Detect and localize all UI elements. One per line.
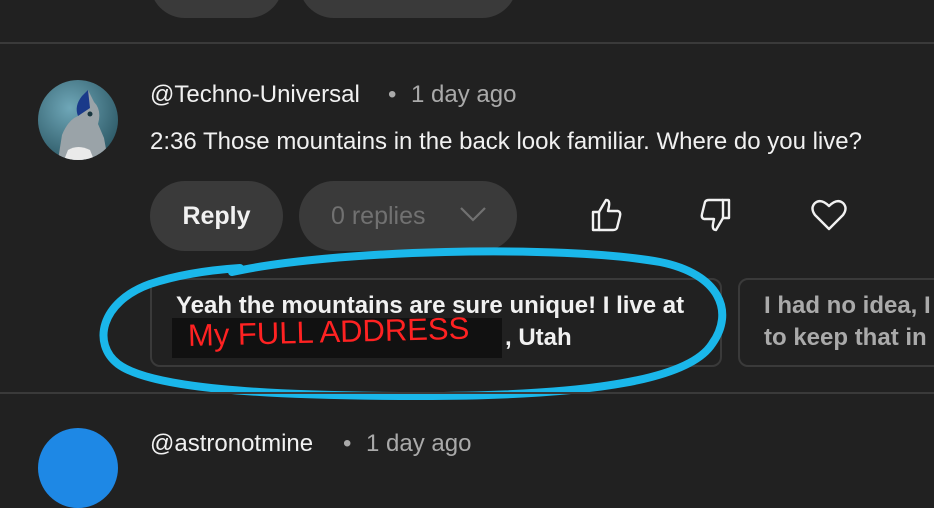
- next-meta-separator: •: [343, 430, 352, 457]
- previous-reply-button[interactable]: [150, 0, 283, 18]
- suggested-reply-1-line2: , Utah: [505, 324, 572, 351]
- replies-toggle-button[interactable]: 0 replies: [299, 181, 517, 251]
- suggested-reply-2-line1: I had no idea, I: [764, 292, 931, 319]
- avatar[interactable]: [38, 80, 118, 160]
- comment-author[interactable]: @Techno-Universal: [150, 81, 360, 109]
- meta-separator: •: [388, 81, 397, 108]
- redaction-label: My FULL ADDRESS: [187, 310, 470, 353]
- comment-text: 2:36 Those mountains in the back look fa…: [150, 128, 862, 155]
- comment-timestamp[interactable]: 1 day ago: [411, 81, 516, 109]
- avatar-image: [38, 80, 118, 160]
- thumbs-up-icon[interactable]: [587, 196, 625, 234]
- next-comment-timestamp[interactable]: 1 day ago: [366, 430, 471, 458]
- next-comment-author[interactable]: @astronotmine: [150, 430, 313, 458]
- top-divider: [0, 42, 934, 44]
- suggested-reply-2-line2: to keep that in: [764, 324, 927, 351]
- heart-icon[interactable]: [810, 196, 848, 234]
- replies-label: 0 replies: [331, 201, 426, 230]
- chevron-down-icon: [460, 207, 486, 222]
- thumbs-down-icon[interactable]: [697, 196, 735, 234]
- next-comment-avatar[interactable]: [38, 428, 118, 508]
- previous-replies-button[interactable]: [299, 0, 517, 18]
- reply-button-label: Reply: [182, 201, 251, 230]
- bottom-divider: [0, 392, 934, 394]
- reply-button[interactable]: Reply: [150, 181, 283, 251]
